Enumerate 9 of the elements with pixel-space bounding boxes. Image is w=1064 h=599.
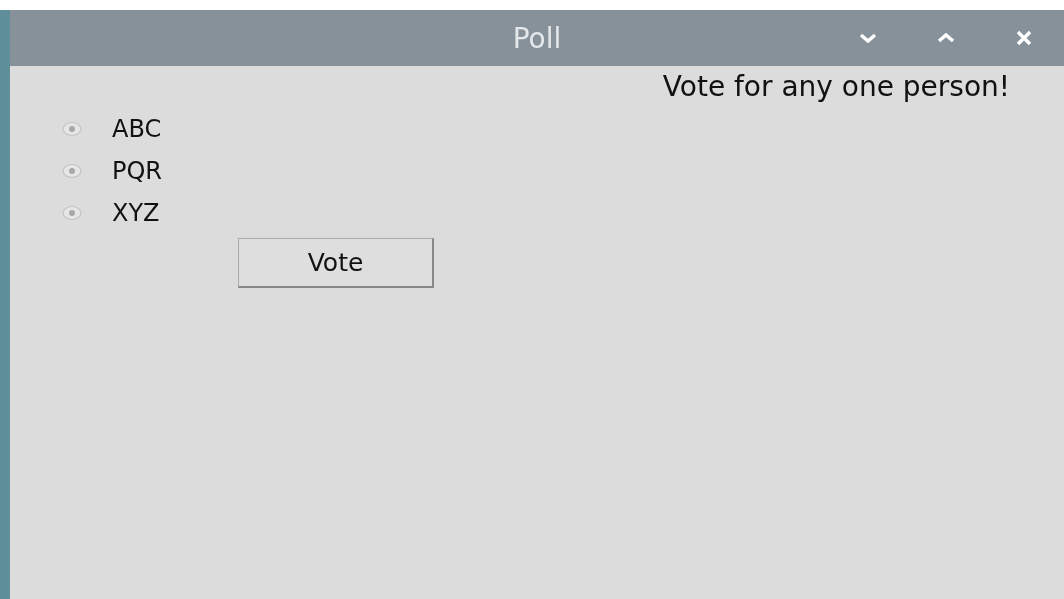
radio-option[interactable]: XYZ: [62, 194, 160, 232]
prompt-text: Vote for any one person!: [661, 70, 1011, 104]
chevron-up-icon: [937, 33, 955, 43]
vote-button[interactable]: Vote: [238, 238, 434, 288]
radio-option[interactable]: PQR: [62, 152, 163, 190]
radio-option[interactable]: ABC: [62, 110, 162, 148]
window-title: Poll: [512, 21, 562, 55]
chevron-down-icon: [859, 33, 877, 43]
close-icon: [1016, 30, 1032, 46]
